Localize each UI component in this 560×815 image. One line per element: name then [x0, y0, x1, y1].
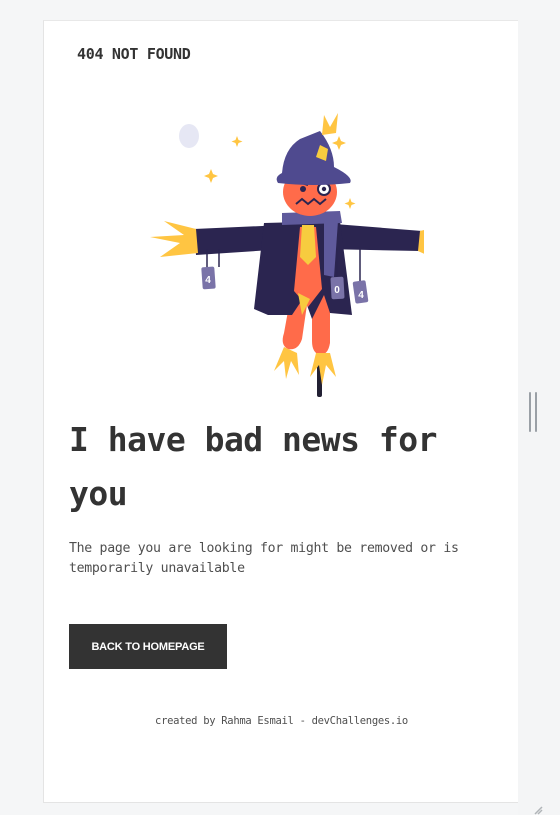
can-digit-middle: 0	[334, 285, 340, 296]
sparkle-icon	[344, 198, 356, 209]
page-headline: I have bad news for you	[69, 420, 438, 513]
back-to-homepage-button[interactable]: BACK TO HOMEPAGE	[69, 624, 227, 669]
sparkle-icon	[231, 136, 243, 147]
scarecrow-eye-left	[300, 186, 306, 192]
footer-credit: created by Rahma Esmail - devChallenges.…	[155, 715, 408, 727]
scrollbar-thumb[interactable]	[529, 392, 537, 432]
resize-handle-icon[interactable]	[533, 805, 543, 815]
sparkle-icon	[332, 136, 346, 150]
moon-icon	[179, 124, 199, 148]
can-digit-left: 4	[205, 275, 211, 286]
straw-left-hand	[150, 221, 198, 257]
straw-right-hand	[418, 230, 424, 254]
brand-logo[interactable]: 404 NOT FOUND	[77, 45, 191, 63]
can-digit-right: 4	[358, 290, 364, 301]
sparkle-icon	[204, 169, 218, 183]
error-description: The page you are looking for might be re…	[69, 541, 459, 576]
scarecrow-illustration: 4 0 4	[150, 113, 424, 397]
straw-hat-top	[322, 113, 338, 135]
straw-left-foot	[274, 347, 299, 379]
scrollbar-track[interactable]	[518, 20, 560, 815]
page-frame: 404 NOT FOUND 4 0 4 I have bad news for …	[43, 20, 518, 803]
straw-right-foot	[310, 353, 336, 385]
scarecrow-tie	[300, 225, 316, 265]
